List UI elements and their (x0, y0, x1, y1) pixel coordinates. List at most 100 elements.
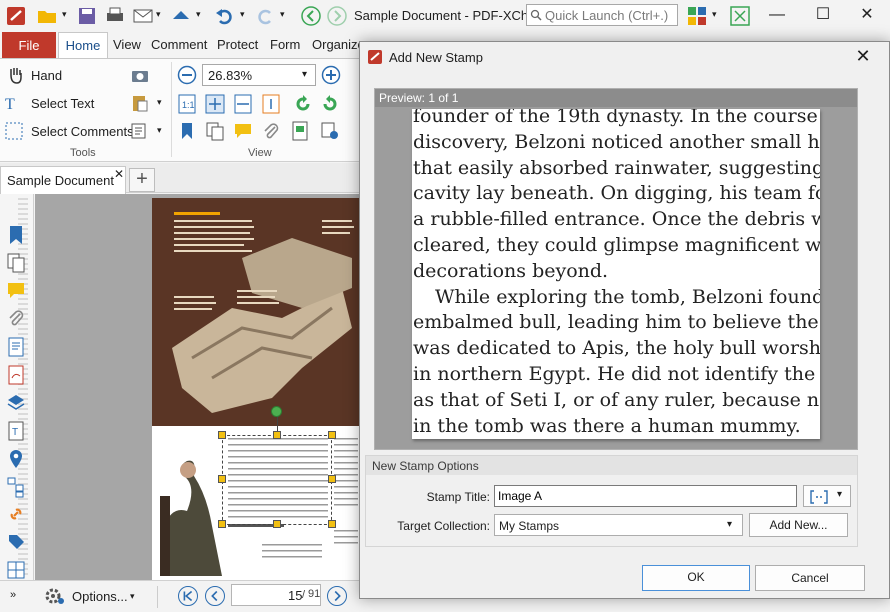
content-panel-icon[interactable] (6, 336, 26, 358)
attachments-panel-icon[interactable] (6, 308, 26, 330)
comments-icon[interactable] (233, 121, 253, 141)
rotate-left-icon[interactable] (293, 94, 313, 114)
paste-icon[interactable] (130, 93, 150, 113)
tab-file[interactable]: File (2, 32, 56, 59)
new-tab-button[interactable]: + (129, 168, 155, 192)
organizer-panel-icon[interactable] (6, 560, 26, 582)
preview-page: founder of the 19th dynasty. In the cour… (412, 109, 820, 439)
signatures-panel-icon[interactable] (6, 364, 26, 386)
preview-well: founder of the 19th dynasty. In the cour… (375, 107, 857, 449)
resize-handle[interactable] (328, 520, 336, 528)
resize-handle[interactable] (328, 431, 336, 439)
actual-size-icon[interactable]: 1:1 (177, 94, 197, 114)
zoom-select[interactable]: 26.83% ▾ (202, 64, 316, 86)
forward-icon[interactable] (326, 5, 348, 27)
stamp-title-label: Stamp Title: (426, 490, 490, 504)
undo-icon[interactable] (214, 5, 236, 27)
quick-launch-input[interactable]: Quick Launch (Ctrl+.) (526, 4, 678, 26)
close-icon[interactable]: ✕ (850, 46, 876, 67)
resize-handle[interactable] (328, 475, 336, 483)
target-collection-select[interactable]: My Stamps ▾ (494, 514, 743, 536)
chevron-down-icon[interactable]: ▾ (240, 9, 245, 20)
bookmark-icon[interactable] (177, 121, 197, 141)
select-text-label[interactable]: Select Text (31, 96, 94, 111)
expand-icon[interactable]: » (10, 589, 16, 601)
preview-line: was dedicated to Apis, the holy bull wor… (413, 337, 820, 360)
stamp-app-icon (368, 50, 382, 64)
snapshot-icon[interactable] (130, 66, 150, 86)
add-new-collection-button[interactable]: Add New... (749, 513, 848, 537)
fit-width-icon[interactable] (233, 94, 253, 114)
document-tab[interactable]: Sample Document ✕ (0, 166, 126, 194)
cancel-button[interactable]: Cancel (755, 565, 865, 591)
close-icon[interactable]: ✕ (114, 167, 124, 181)
chevron-down-icon[interactable]: ▾ (62, 9, 67, 20)
gear-icon[interactable] (44, 585, 66, 607)
minimize-button[interactable]: — (754, 0, 800, 30)
fit-visible-icon[interactable] (261, 94, 281, 114)
app-logo-icon (7, 7, 25, 25)
chevron-down-icon[interactable]: ▾ (157, 97, 162, 108)
chevron-down-icon[interactable]: ▾ (196, 9, 201, 20)
tab-organize[interactable]: Organize (312, 37, 365, 52)
save-icon[interactable] (76, 5, 98, 27)
tags-label-icon[interactable] (6, 532, 26, 554)
properties-icon[interactable] (290, 121, 310, 141)
email-icon[interactable] (132, 5, 154, 27)
layers-panel-icon[interactable] (6, 392, 26, 414)
chevron-down-icon[interactable]: ▾ (280, 9, 285, 20)
open-folder-icon[interactable] (36, 5, 58, 27)
resize-handle[interactable] (273, 431, 281, 439)
stamp-title-input[interactable] (494, 485, 797, 507)
tab-comment[interactable]: Comment (151, 37, 207, 52)
zoom-in-icon[interactable] (321, 65, 341, 85)
tab-protect[interactable]: Protect (217, 37, 258, 52)
resize-handle[interactable] (273, 520, 281, 528)
resize-handle[interactable] (218, 520, 226, 528)
links-panel-icon[interactable] (6, 504, 26, 526)
back-icon[interactable] (300, 5, 322, 27)
pages-icon[interactable] (205, 121, 225, 141)
format-icon[interactable] (130, 121, 150, 141)
add-new-stamp-dialog: Add New Stamp ✕ Preview: 1 of 1 founder … (359, 41, 890, 599)
previous-page-icon[interactable] (205, 586, 225, 606)
rotate-right-icon[interactable] (320, 94, 340, 114)
scan-icon[interactable] (170, 5, 192, 27)
rotation-handle[interactable] (271, 406, 282, 417)
bookmarks-panel-icon[interactable] (6, 224, 26, 246)
zoom-out-icon[interactable] (177, 65, 197, 85)
fullscreen-icon[interactable] (729, 5, 751, 27)
structure-panel-icon[interactable] (6, 476, 26, 498)
insert-macro-button[interactable]: ▾ (803, 485, 851, 507)
customize-icon[interactable] (686, 5, 708, 27)
chevron-down-icon[interactable]: ▾ (156, 9, 161, 20)
first-page-icon[interactable] (178, 586, 198, 606)
comments-panel-icon[interactable] (6, 280, 26, 302)
options-button[interactable]: Options... (72, 589, 128, 604)
chevron-down-icon[interactable]: ▾ (157, 125, 162, 136)
tab-form[interactable]: Form (270, 37, 300, 52)
location-panel-icon[interactable] (6, 448, 26, 470)
page-number-input[interactable]: 15 / 91 (231, 584, 321, 606)
resize-handle[interactable] (218, 475, 226, 483)
pages-panel-icon[interactable] (6, 252, 26, 274)
chevron-down-icon[interactable]: ▾ (712, 9, 717, 20)
settings-icon[interactable] (320, 121, 340, 141)
image-selection-box[interactable] (222, 435, 332, 525)
attachment-icon[interactable] (261, 121, 281, 141)
tags-panel-icon[interactable]: T (6, 420, 26, 442)
close-window-button[interactable]: ✕ (844, 0, 890, 30)
ok-button[interactable]: OK (642, 565, 750, 591)
tab-view[interactable]: View (113, 37, 141, 52)
fit-page-icon[interactable] (205, 94, 225, 114)
hand-tool-label[interactable]: Hand (31, 68, 62, 83)
chevron-down-icon[interactable]: ▾ (130, 591, 135, 602)
resize-handle[interactable] (218, 431, 226, 439)
tab-home[interactable]: Home (58, 32, 108, 59)
maximize-button[interactable]: ☐ (800, 0, 846, 30)
select-comments-label[interactable]: Select Comments (31, 124, 134, 139)
print-icon[interactable] (104, 5, 126, 27)
next-page-icon[interactable] (327, 586, 347, 606)
preview-line: in the tomb was there a human mummy. (413, 414, 801, 437)
redo-icon[interactable] (254, 5, 276, 27)
